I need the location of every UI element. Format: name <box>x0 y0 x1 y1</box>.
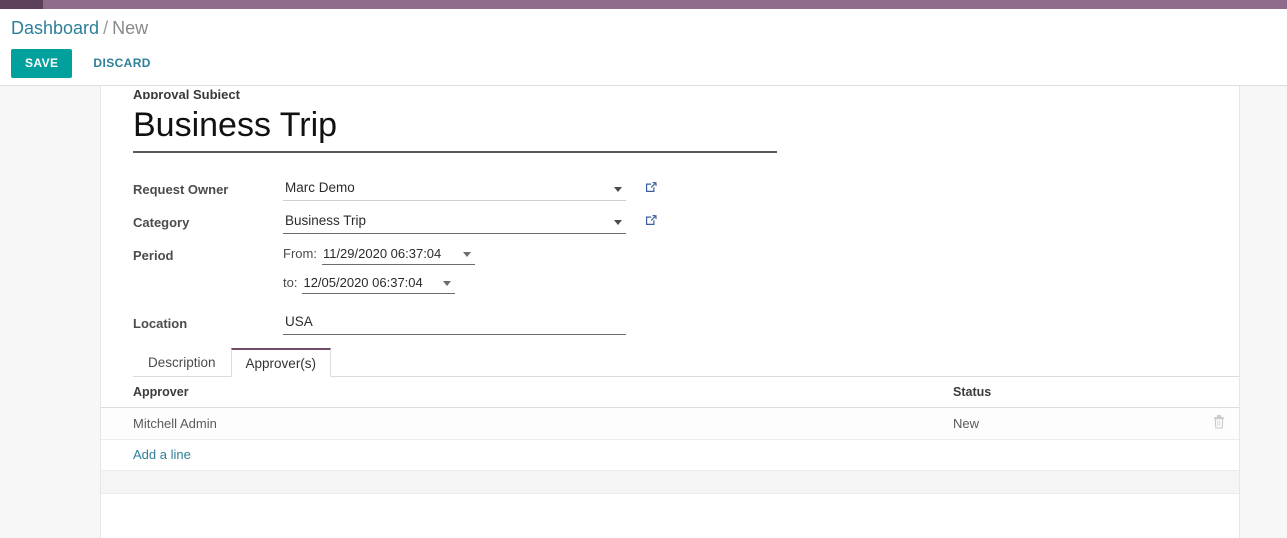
breadcrumb: Dashboard / New <box>11 15 148 41</box>
add-a-line-link[interactable]: Add a line <box>133 447 191 462</box>
column-header-status: Status <box>953 377 1193 408</box>
notebook: Description Approver(s) Approver Status <box>101 347 1239 494</box>
category-input[interactable] <box>283 211 626 234</box>
save-button[interactable]: SAVE <box>11 49 73 78</box>
form-fields-group: Request Owner Marc Demo Category Busines… <box>133 178 933 345</box>
notebook-tabs: Description Approver(s) <box>133 347 1239 377</box>
period-to-datetime <box>302 273 456 294</box>
period-to-prefix: to: <box>283 275 298 290</box>
cell-approver: Mitchell Admin <box>101 407 953 440</box>
period-to-input[interactable] <box>302 273 456 294</box>
column-header-actions <box>1193 377 1239 408</box>
period-label: Period <box>133 248 174 263</box>
table-filler-cell <box>101 470 1239 494</box>
field-row-location: Location <box>133 312 933 335</box>
breadcrumb-item-current: New <box>112 18 149 38</box>
brand-top-bar <box>0 0 1287 9</box>
form-sheet: Approval Subject Request Owner <box>100 86 1240 538</box>
approvers-table: Approver Status Mitchell Admin New Add a… <box>101 377 1239 494</box>
field-row-period: Period From: to: <box>133 244 933 302</box>
brand-top-bar-accent <box>0 0 43 9</box>
location-label: Location <box>133 316 188 331</box>
table-filler-row <box>101 470 1239 494</box>
approval-subject-label: Approval Subject <box>133 87 240 99</box>
table-row[interactable]: Mitchell Admin New <box>101 407 1239 440</box>
period-from-line: From: <box>283 244 933 265</box>
tab-description[interactable]: Description <box>133 348 231 377</box>
period-from-prefix: From: <box>283 246 317 261</box>
tab-approvers[interactable]: Approver(s) <box>230 348 332 377</box>
column-header-approver: Approver <box>101 377 953 408</box>
cell-actions <box>1193 407 1239 440</box>
location-field <box>283 312 933 335</box>
control-panel-actions: SAVE DISCARD <box>11 49 162 78</box>
category-many2one <box>283 211 626 234</box>
add-line-cell: Add a line <box>101 439 1239 471</box>
add-line-row[interactable]: Add a line <box>101 439 1239 471</box>
breadcrumb-separator: / <box>103 18 109 38</box>
request-owner-field <box>283 178 933 201</box>
request-owner-many2one <box>283 178 626 201</box>
period-from-input[interactable] <box>321 244 475 265</box>
category-external-link-icon[interactable] <box>644 213 658 227</box>
request-owner-input[interactable] <box>283 178 626 201</box>
request-owner-label: Request Owner <box>133 182 229 197</box>
cell-status: New <box>953 407 1193 440</box>
category-field <box>283 211 933 234</box>
odoo-form-view: Dashboard / New SAVE DISCARD Approval Subj… <box>0 0 1287 538</box>
field-row-request-owner: Request Owner <box>133 178 933 201</box>
discard-button[interactable]: DISCARD <box>82 49 161 78</box>
request-owner-external-link-icon[interactable] <box>644 180 658 194</box>
period-from-datetime <box>321 244 475 265</box>
period-field: From: to: <box>283 244 933 302</box>
breadcrumb-item-dashboard[interactable]: Dashboard <box>11 18 99 38</box>
field-row-category: Category <box>133 211 933 234</box>
table-header-row: Approver Status <box>101 377 1239 408</box>
control-panel: Dashboard / New SAVE DISCARD <box>0 9 1287 86</box>
approval-subject-input[interactable] <box>133 103 777 153</box>
location-input[interactable] <box>283 312 626 335</box>
delete-row-icon[interactable] <box>1213 415 1225 429</box>
category-label: Category <box>133 215 190 230</box>
sheet-background: Approval Subject Request Owner <box>0 86 1287 538</box>
period-to-line: to: <box>283 273 933 294</box>
